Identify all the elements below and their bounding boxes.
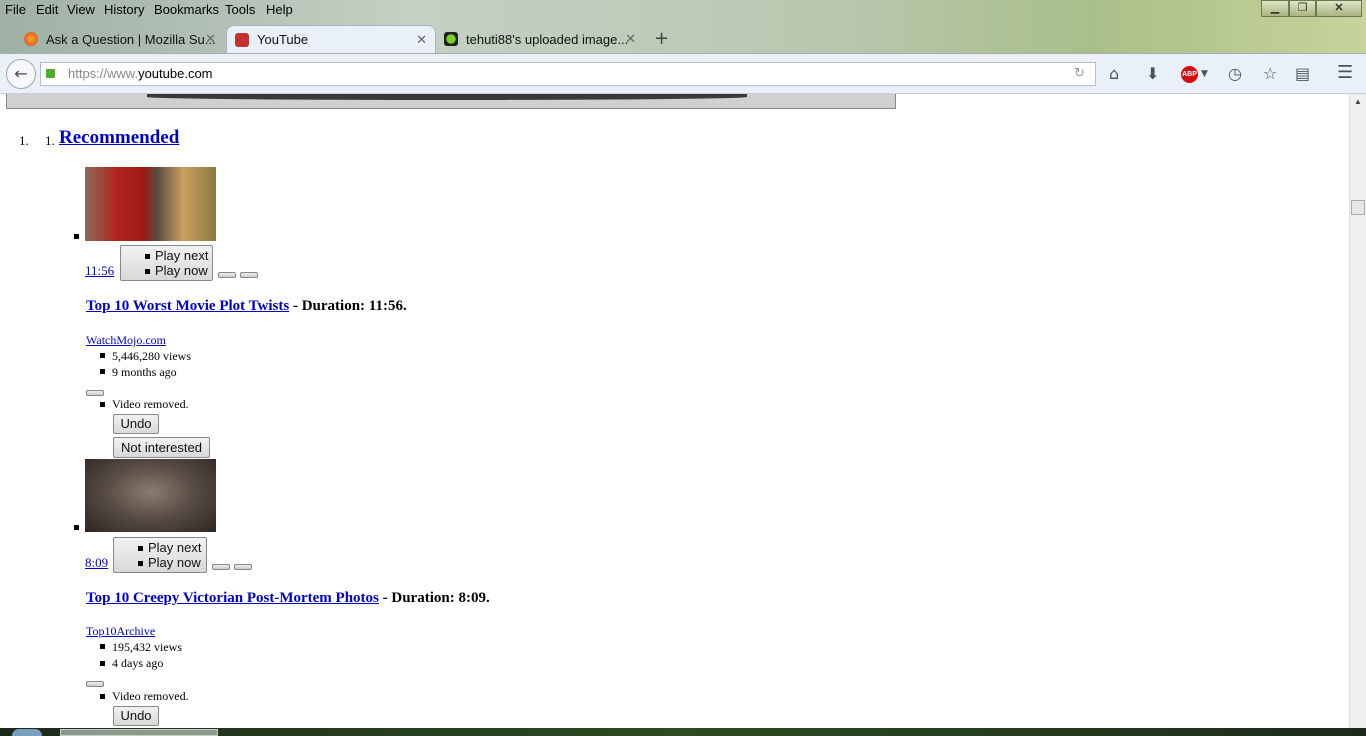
play-now-item[interactable]: Play now bbox=[121, 263, 212, 278]
download-icon[interactable]: ⬇ bbox=[1146, 64, 1159, 83]
video-thumbnail[interactable] bbox=[85, 167, 216, 241]
menu-tools[interactable]: Tools bbox=[225, 2, 255, 17]
scroll-up-icon[interactable]: ▲ bbox=[1354, 97, 1362, 106]
play-now-item[interactable]: Play now bbox=[114, 555, 206, 570]
back-button[interactable]: ← bbox=[6, 59, 36, 89]
scrollbar-thumb[interactable] bbox=[1351, 200, 1365, 215]
play-next-item[interactable]: Play next bbox=[121, 248, 212, 263]
bullet bbox=[100, 694, 105, 699]
history-clock-icon[interactable]: ◷ bbox=[1228, 64, 1242, 83]
taskbar bbox=[0, 728, 1366, 736]
url-domain: youtube.com bbox=[138, 66, 213, 81]
close-tab-icon[interactable]: ✕ bbox=[416, 32, 427, 48]
video-thumbnail[interactable] bbox=[85, 459, 216, 532]
tab-tehuti88[interactable]: tehuti88's uploaded image... ✕ bbox=[440, 25, 644, 53]
bullet bbox=[100, 369, 105, 374]
undo-button[interactable]: Undo bbox=[113, 706, 159, 726]
taskbar-firefox-item[interactable] bbox=[60, 729, 218, 736]
tab-youtube[interactable]: YouTube ✕ bbox=[226, 25, 436, 53]
list-number: 1. bbox=[45, 133, 55, 148]
view-count: 195,432 views bbox=[112, 640, 182, 654]
home-icon[interactable]: ⌂ bbox=[1109, 64, 1119, 83]
close-window-button[interactable]: ✕ bbox=[1316, 0, 1362, 17]
watch-later-button[interactable] bbox=[218, 272, 236, 278]
add-to-playlist-button[interactable] bbox=[234, 564, 252, 570]
url-prefix: https://www. bbox=[68, 66, 139, 81]
masthead-remnant bbox=[6, 94, 896, 109]
removed-notice: Video removed. bbox=[112, 689, 189, 703]
bullet bbox=[74, 525, 79, 530]
reading-list-icon[interactable]: ▤ bbox=[1295, 64, 1310, 83]
video-title-link[interactable]: Top 10 Creepy Victorian Post-Mortem Phot… bbox=[86, 590, 379, 606]
video-duration-text: - Duration: 11:56. bbox=[292, 298, 407, 314]
video-duration-text: - Duration: 8:09. bbox=[382, 590, 490, 606]
bullet bbox=[74, 234, 79, 239]
undo-button[interactable]: Undo bbox=[113, 414, 159, 434]
upload-age: 9 months ago bbox=[112, 365, 177, 379]
play-next-item[interactable]: Play next bbox=[114, 540, 206, 555]
play-menu-button[interactable]: Play next Play now bbox=[113, 537, 207, 573]
play-menu-button[interactable]: Play next Play now bbox=[120, 245, 213, 281]
url-input[interactable]: https://www.youtube.com ↻ bbox=[40, 62, 1096, 86]
menu-file[interactable]: File bbox=[5, 2, 26, 17]
duration-link[interactable]: 8:09 bbox=[85, 555, 108, 571]
window-titlebar: File Edit View History Bookmarks Tools H… bbox=[0, 0, 1366, 55]
navigation-toolbar: ← https://www.youtube.com ↻ ⌂ ⬇ ABP ▼ ◷ … bbox=[0, 53, 1366, 94]
bullet bbox=[100, 402, 105, 407]
video-title-link[interactable]: Top 10 Worst Movie Plot Twists bbox=[86, 298, 289, 314]
chevron-down-icon[interactable]: ▼ bbox=[1201, 69, 1208, 79]
action-menu-button[interactable] bbox=[86, 681, 104, 687]
firefox-icon bbox=[24, 32, 38, 46]
channel-link[interactable]: WatchMojo.com bbox=[86, 333, 166, 348]
recommended-section-link[interactable]: Recommended bbox=[59, 127, 179, 149]
tab-label: YouTube bbox=[257, 32, 309, 47]
action-menu-button[interactable] bbox=[86, 390, 104, 396]
menu-help[interactable]: Help bbox=[266, 2, 293, 17]
menu-view[interactable]: View bbox=[67, 2, 95, 17]
bullet bbox=[100, 644, 105, 649]
list-number: 1. bbox=[19, 133, 29, 148]
hamburger-menu-icon[interactable]: ☰ bbox=[1337, 62, 1353, 83]
not-interested-button[interactable]: Not interested bbox=[113, 437, 210, 458]
start-button[interactable] bbox=[12, 729, 42, 736]
masthead-shadow bbox=[147, 94, 747, 100]
bullet bbox=[100, 661, 105, 666]
vertical-scrollbar[interactable]: ▲ bbox=[1349, 94, 1366, 728]
menu-edit[interactable]: Edit bbox=[36, 2, 58, 17]
menu-history[interactable]: History bbox=[104, 2, 144, 17]
tab-label: Ask a Question | Mozilla Su... bbox=[46, 31, 216, 47]
reload-icon[interactable]: ↻ bbox=[1074, 63, 1085, 85]
tab-ask-question[interactable]: Ask a Question | Mozilla Su... ✕ bbox=[20, 25, 224, 53]
view-count: 5,446,280 views bbox=[112, 349, 191, 363]
removed-notice: Video removed. bbox=[112, 397, 189, 411]
close-tab-icon[interactable]: ✕ bbox=[625, 31, 636, 47]
watch-later-button[interactable] bbox=[212, 564, 230, 570]
close-tab-icon[interactable]: ✕ bbox=[205, 31, 216, 47]
duration-link[interactable]: 11:56 bbox=[85, 263, 114, 279]
channel-link[interactable]: Top10Archive bbox=[86, 624, 155, 639]
new-tab-button[interactable]: + bbox=[654, 28, 669, 49]
restore-button[interactable]: ❐ bbox=[1289, 0, 1316, 17]
menu-bookmarks[interactable]: Bookmarks bbox=[154, 2, 219, 17]
lock-icon bbox=[46, 69, 55, 78]
tab-label: tehuti88's uploaded image... bbox=[466, 31, 629, 47]
upload-age: 4 days ago bbox=[112, 656, 164, 670]
adblock-icon[interactable]: ABP bbox=[1181, 66, 1198, 83]
bullet bbox=[100, 353, 105, 358]
green-dot-icon bbox=[444, 32, 458, 46]
youtube-icon bbox=[235, 33, 249, 47]
bookmark-star-icon[interactable]: ☆ bbox=[1263, 64, 1277, 83]
add-to-playlist-button[interactable] bbox=[240, 272, 258, 278]
minimize-button[interactable]: ▁ bbox=[1261, 0, 1289, 17]
